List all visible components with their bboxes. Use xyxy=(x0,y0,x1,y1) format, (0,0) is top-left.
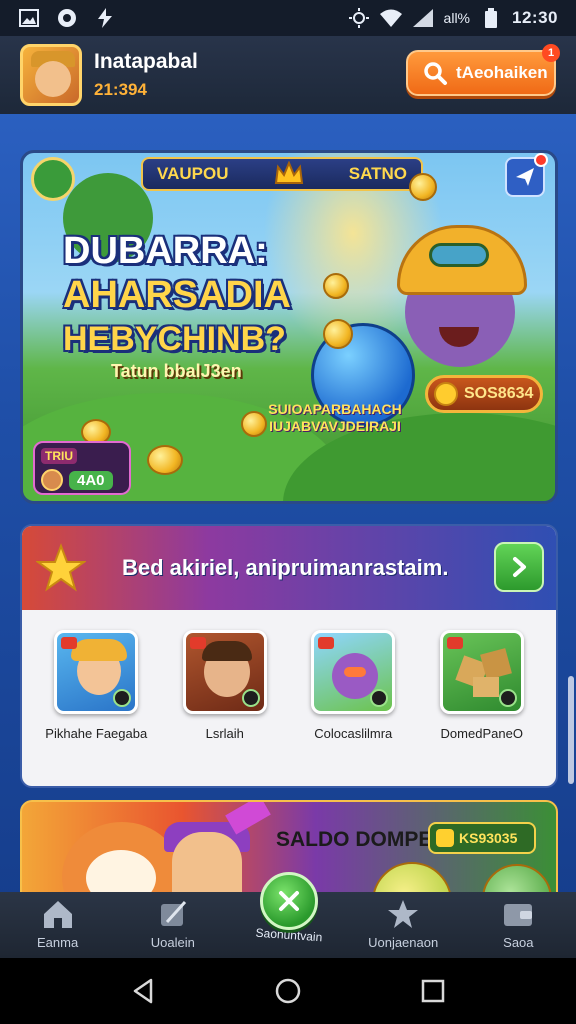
player-tag: TRIU xyxy=(41,448,77,464)
game-item[interactable]: Lsrlaih xyxy=(170,630,280,742)
coin-decoration xyxy=(147,445,183,475)
user-info: Inatapabal 21:394 xyxy=(94,50,198,100)
cash-icon xyxy=(436,829,454,847)
daily-header: Bed akiriel, anipruimanrastaim. xyxy=(22,526,556,610)
coins-counter[interactable]: SOS8634 xyxy=(425,375,543,413)
boy-thumb xyxy=(54,630,139,714)
battery-label: all% xyxy=(443,10,471,26)
banner-title-left: VAUPOU xyxy=(157,164,229,183)
game-name: Colocaslilmra xyxy=(314,726,393,741)
headline-line-1: DUBARRA: xyxy=(63,230,268,272)
game-name: Pikhahe Faegaba xyxy=(45,726,148,741)
player-amount: 4A0 xyxy=(69,470,113,490)
wallet-amount-value: KS93035 xyxy=(459,830,518,846)
wallet-title: SALDO DOMPET xyxy=(276,828,446,851)
avatar[interactable] xyxy=(20,44,82,106)
event-badge-icon xyxy=(31,157,75,201)
banner-subline: Tatun bbalJ3en xyxy=(111,361,242,381)
crown-icon xyxy=(274,160,304,187)
nav-item-wallet[interactable]: Saoa xyxy=(470,897,566,950)
headline-line-3: HEBYCHINB? xyxy=(63,320,286,358)
nav-label-tools: Uoalein xyxy=(150,935,195,950)
man-thumb xyxy=(182,630,267,714)
player-avatar xyxy=(41,469,63,491)
center-action-button[interactable] xyxy=(260,872,318,930)
monster-thumb xyxy=(311,630,396,714)
scrollbar-thumb[interactable] xyxy=(568,676,574,784)
share-notification-dot xyxy=(534,153,548,167)
coin-icon xyxy=(434,382,458,406)
daily-section: Bed akiriel, anipruimanrastaim. Pikhahe … xyxy=(20,524,558,788)
star-icon xyxy=(384,897,422,931)
share-button[interactable] xyxy=(505,153,548,197)
send-icon xyxy=(516,168,534,186)
game-name: DomedPaneO xyxy=(440,726,523,741)
tools-icon xyxy=(154,897,192,931)
player-card[interactable]: TRIU 4A0 xyxy=(33,441,131,495)
coins-value: SOS8634 xyxy=(464,385,534,402)
status-bar: all% 12:30 xyxy=(0,0,576,36)
gallery-icon xyxy=(18,8,40,28)
game-item[interactable]: Pikhahe Faegaba xyxy=(41,630,151,742)
brightness-icon xyxy=(348,8,370,28)
home-circle-icon[interactable] xyxy=(273,976,303,1006)
game-name: Lsrlaih xyxy=(205,726,244,741)
hero-banner[interactable]: VAUPOU SATNO DUBARRA: AHARSADIA HEBYCHIN… xyxy=(20,150,558,504)
search-icon xyxy=(422,60,448,86)
close-icon xyxy=(279,891,299,911)
home-icon xyxy=(39,897,77,931)
clock: 12:30 xyxy=(512,8,558,27)
shazam-icon xyxy=(56,8,78,28)
app-screen: all% 12:30 Inatapabal 21:394 tAeohaiken … xyxy=(0,0,576,1024)
game-item[interactable]: Colocaslilmra xyxy=(298,630,408,742)
nav-label-home: Eanma xyxy=(36,935,79,950)
game-item[interactable]: DomedPaneO xyxy=(427,630,537,742)
nav-item-home[interactable]: Eanma xyxy=(10,897,106,950)
blocks-thumb xyxy=(439,630,524,714)
recents-icon[interactable] xyxy=(418,976,448,1006)
wallet-amount[interactable]: KS93035 xyxy=(428,822,536,854)
game-list: Pikhahe Faegaba Lsrlaih Colocaslilmra Do… xyxy=(22,610,556,742)
mascot-character xyxy=(389,217,539,377)
coin-decoration xyxy=(409,173,437,201)
wallet-icon xyxy=(499,897,537,931)
nav-item-tools[interactable]: Uoalein xyxy=(125,897,221,950)
nav-label-wallet: Saoa xyxy=(503,935,534,950)
back-icon[interactable] xyxy=(128,976,158,1006)
nav-item-star[interactable]: Uonjaenaon xyxy=(355,897,451,950)
battery-icon xyxy=(480,8,502,28)
promo-text: SUIOAPARBAHACH IUJABVAVJDEIRAJI xyxy=(268,401,402,434)
search-button[interactable]: tAeohaiken 1 xyxy=(406,44,560,96)
username: Inatapabal xyxy=(94,50,198,73)
daily-go-button[interactable] xyxy=(494,542,544,592)
top-bar: Inatapabal 21:394 tAeohaiken 1 xyxy=(0,36,576,114)
banner-title-bar: VAUPOU SATNO xyxy=(141,157,423,191)
signal-icon xyxy=(412,8,434,28)
notification-badge: 1 xyxy=(542,44,560,62)
flash-icon xyxy=(94,8,116,28)
headline-line-2: AHARSADIA xyxy=(63,274,291,316)
daily-title: Bed akiriel, anipruimanrastaim. xyxy=(122,555,449,580)
banner-headline: DUBARRA: AHARSADIA HEBYCHINB? xyxy=(63,229,343,361)
system-nav-bar xyxy=(0,958,576,1024)
nav-label-star: Uonjaenaon xyxy=(368,935,439,950)
wifi-icon xyxy=(379,8,402,28)
star-icon xyxy=(34,543,88,593)
user-score: 21:394 xyxy=(94,80,147,99)
search-label: tAeohaiken xyxy=(456,63,548,82)
banner-title-right: SATNO xyxy=(348,164,407,183)
chevron-right-icon xyxy=(513,557,526,577)
